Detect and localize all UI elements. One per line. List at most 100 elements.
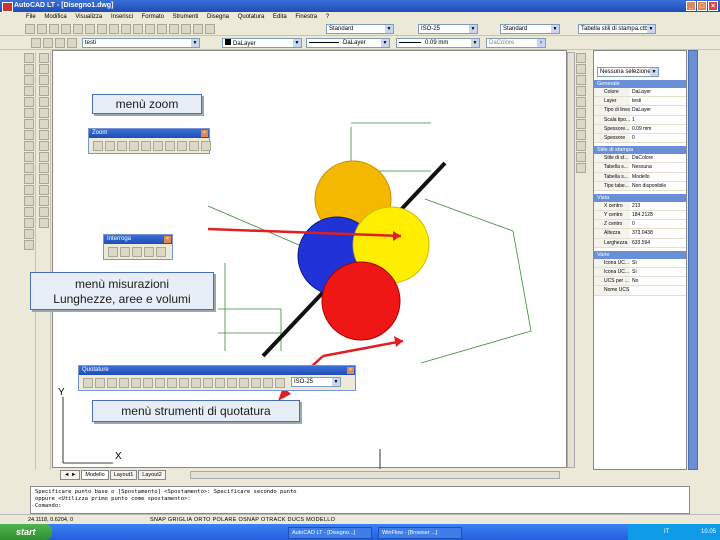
ray-icon[interactable] (23, 64, 34, 74)
menu-modifica[interactable]: Modifica (44, 14, 66, 20)
tab-layout1[interactable]: Layout1 (109, 470, 138, 480)
offset-icon[interactable] (38, 86, 49, 96)
property-value[interactable]: testi (630, 97, 686, 105)
property-row[interactable]: Z centro 0 (594, 220, 686, 230)
print-icon[interactable] (61, 24, 71, 34)
property-row[interactable]: Stile di st... DaColore (594, 154, 686, 164)
property-value[interactable]: DaLayer (630, 88, 686, 96)
move-icon[interactable] (38, 108, 49, 118)
dim-style-panel-combo[interactable]: ISO-25 ▼ (291, 377, 341, 387)
array-icon[interactable] (38, 97, 49, 107)
property-row[interactable]: Tabella s... Modello (594, 172, 686, 182)
selection-combo[interactable]: Nessuna selezione ▼ (597, 67, 659, 77)
command-window[interactable]: Specificare punto base o [Spostamento] <… (30, 486, 690, 514)
trim-icon[interactable] (38, 152, 49, 162)
toolpalette-icon[interactable] (576, 75, 586, 85)
property-value[interactable]: DaLayer (630, 106, 686, 114)
start-button[interactable]: start (0, 524, 52, 540)
zoom-scale-icon[interactable] (129, 141, 139, 151)
task-winflow[interactable]: WinFlow - [Browser ...] (378, 527, 462, 539)
dim-radius-icon[interactable] (131, 378, 141, 388)
area-icon[interactable] (120, 247, 130, 257)
line-icon[interactable] (23, 53, 34, 63)
bulb-icon[interactable] (43, 38, 53, 48)
property-value[interactable]: 0.09 mm (630, 125, 686, 133)
insert-block-icon[interactable] (23, 152, 34, 162)
dim-arclength-icon[interactable] (107, 378, 117, 388)
rectangle-icon[interactable] (23, 97, 34, 107)
menu-file[interactable]: File (26, 14, 36, 20)
menu-inserisci[interactable]: Inserisci (111, 14, 133, 20)
close-icon[interactable]: × (164, 236, 171, 243)
zoom-all-icon[interactable] (189, 141, 199, 151)
rotate-icon[interactable] (38, 119, 49, 129)
arc-icon[interactable] (23, 108, 34, 118)
minimize-button[interactable]: _ (686, 1, 696, 11)
mirror-icon[interactable] (38, 75, 49, 85)
horizontal-scrollbar[interactable] (190, 471, 560, 479)
menu-quotatura[interactable]: Quotatura (238, 14, 265, 20)
property-value[interactable]: Sì (630, 268, 686, 276)
locate-point-icon[interactable] (156, 247, 166, 257)
property-section-header[interactable]: Stile di stampa (594, 146, 686, 155)
snap-icon[interactable] (576, 141, 586, 151)
chamfer-icon[interactable] (38, 196, 49, 206)
menu-finestra[interactable]: Finestra (295, 14, 317, 20)
massprop-icon[interactable] (132, 247, 142, 257)
dim-diameter-icon[interactable] (155, 378, 165, 388)
zoom-icon[interactable] (169, 24, 179, 34)
property-value[interactable]: Sì (630, 259, 686, 267)
tab-modello[interactable]: Modello (81, 470, 109, 480)
property-value[interactable]: 184.2128 (630, 211, 686, 219)
property-value[interactable]: 213 (630, 202, 686, 210)
zoom-window-icon[interactable] (105, 141, 115, 151)
layer-manager-icon[interactable] (31, 38, 41, 48)
property-section-header[interactable]: Vista (594, 193, 686, 202)
otrack-toggle[interactable]: OTRACK (261, 517, 286, 523)
tolerance-icon[interactable] (227, 378, 237, 388)
revcloud-icon[interactable] (23, 229, 34, 239)
table-icon[interactable] (23, 218, 34, 228)
tab-layout2[interactable]: Layout2 (138, 470, 166, 480)
property-value[interactable]: DaColore (630, 154, 686, 162)
property-row[interactable]: Colore DaLayer (594, 88, 686, 98)
plotstyle-combo[interactable]: DaColore ▼ (486, 38, 546, 48)
properties-icon[interactable] (205, 24, 215, 34)
dim-baseline-icon[interactable] (191, 378, 201, 388)
menu-visualizza[interactable]: Visualizza (75, 14, 102, 20)
polar-toggle[interactable]: POLARE (213, 517, 237, 523)
ducs-toggle[interactable]: DUCS (288, 517, 305, 523)
sun-icon[interactable] (55, 38, 65, 48)
wipeout-icon[interactable] (23, 240, 34, 250)
menu-formato[interactable]: Formato (142, 14, 164, 20)
copy-object-icon[interactable] (38, 64, 49, 74)
property-row[interactable]: Icona UC... Sì (594, 268, 686, 278)
property-row[interactable]: Spessore 0 (594, 133, 686, 144)
property-row[interactable]: Scala tipo... 1 (594, 115, 686, 125)
linetype-combo[interactable]: DaLayer ▼ (306, 38, 390, 48)
property-value[interactable]: 0 (630, 220, 686, 228)
plot-style-table-combo[interactable]: Tabella stili di stampa.ctb ▼ (578, 24, 656, 34)
property-value[interactable]: Modello (630, 173, 686, 181)
property-row[interactable]: UCS per ... No (594, 277, 686, 287)
ellipse-icon[interactable] (23, 141, 34, 151)
explode-icon[interactable] (38, 218, 49, 228)
point-icon[interactable] (23, 163, 34, 173)
property-row[interactable]: Layer testi (594, 97, 686, 107)
text-icon[interactable] (23, 196, 34, 206)
preview-icon[interactable] (73, 24, 83, 34)
property-value[interactable]: 0 (630, 134, 686, 142)
hatch-icon[interactable] (23, 174, 34, 184)
dim-jogged-icon[interactable] (143, 378, 153, 388)
property-row[interactable]: X centro 213 (594, 201, 686, 212)
property-row[interactable]: Icona UC... Sì (594, 258, 686, 268)
property-value[interactable]: No (630, 277, 686, 285)
zoom-extents-icon[interactable] (201, 141, 211, 151)
zoom-dynamic-icon[interactable] (117, 141, 127, 151)
scale-icon[interactable] (38, 130, 49, 140)
center-mark-icon[interactable] (239, 378, 249, 388)
task-autocad[interactable]: AutoCAD LT - [Disegno...] (288, 527, 372, 539)
join-icon[interactable] (38, 185, 49, 195)
property-value[interactable]: Nessuna (630, 163, 686, 171)
stretch-icon[interactable] (38, 141, 49, 151)
